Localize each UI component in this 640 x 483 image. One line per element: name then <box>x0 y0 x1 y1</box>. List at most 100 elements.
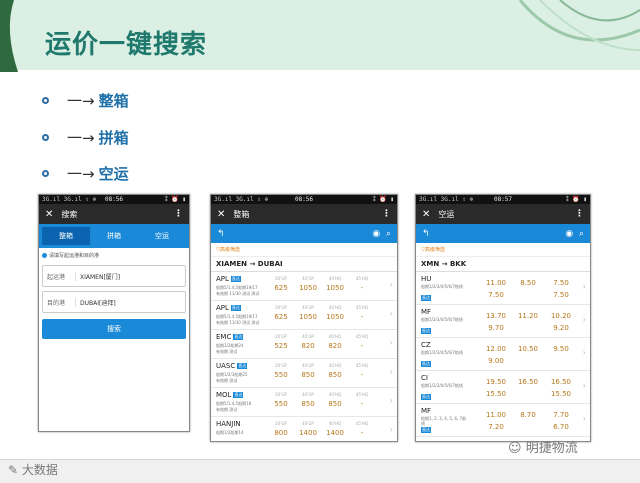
carrier-name: MF <box>421 407 432 415</box>
price-value: 550 <box>274 400 288 408</box>
carrier-name: MF <box>421 308 432 316</box>
watermark-icon: ✎ <box>8 463 19 477</box>
result-row[interactable]: HANJIN 船期1/2船期14 20'GP 800 40'GP 1400 40'HQ 140… <box>211 417 397 441</box>
schedule-text: 船期1/2船期14 <box>216 430 244 435</box>
price-value: 10.20 <box>550 312 572 320</box>
close-icon[interactable]: ✕ <box>422 209 430 220</box>
advanced-filter-link[interactable]: ▽高级筛选 <box>416 243 590 257</box>
price-value: 820 <box>328 342 342 350</box>
price-value: 16.50 <box>550 378 572 386</box>
result-row[interactable]: MF 船期1/2/3/4/5/6/7航线 直达 13.70 11.20 10.20 9.70… <box>416 305 590 338</box>
direct-badge: 直达 <box>237 363 248 369</box>
direct-badge: 直达 <box>421 427 431 433</box>
price-column-label: 45'HQ <box>355 421 369 426</box>
price-value: 7.50 <box>488 291 504 299</box>
swirl-decoration <box>518 0 640 51</box>
price-column-label: 40'HQ <box>328 305 342 310</box>
price-value: 1050 <box>326 313 344 321</box>
eye-icon[interactable]: ◉ <box>565 229 573 239</box>
price-value: 6.70 <box>553 423 569 431</box>
price-value: 550 <box>274 371 288 379</box>
signal-icon: 3G.ıl 3G.ıl ⇪ ⊕ <box>42 196 97 203</box>
carrier-name: APL 直达 <box>216 275 241 283</box>
more-menu-icon[interactable]: ⋮ <box>174 209 183 219</box>
tab-lcl[interactable]: 拼箱 <box>90 227 138 245</box>
field-value: XIAMEN[厦门] <box>80 273 121 281</box>
price-value: - <box>360 342 364 350</box>
price-column-label: 45'HQ <box>355 305 369 310</box>
price-value: 9.50 <box>553 345 569 353</box>
field-label: 起运港 <box>43 271 76 281</box>
search-icon[interactable]: ⌕ <box>579 229 584 239</box>
chevron-right-icon: › <box>389 309 393 318</box>
bullet-item-air: 一→ 空运 <box>42 162 129 184</box>
result-row[interactable]: APL 直达 船期5/1,4,5船期19/17 有效期 11/30 测试 测试 20'G… <box>211 272 397 301</box>
result-row[interactable]: CI 船期1/2/3/4/5/6/7航线 直达 19.50 16.50 16.50 15.5… <box>416 371 590 404</box>
schedule-text: 船期1/2/3船期25 <box>216 372 248 377</box>
arrow-icon: 一→ <box>67 128 95 147</box>
origin-port-field[interactable]: 起运港 XIAMEN[厦门] <box>42 265 186 287</box>
arrow-icon: 一→ <box>67 164 95 183</box>
price-value: 850 <box>301 400 315 408</box>
carrier-name: CA <box>421 440 431 441</box>
app-bar: ✕ 整箱 ⋮ <box>211 204 397 224</box>
chevron-right-icon: › <box>389 280 393 289</box>
chevron-right-icon: › <box>389 367 393 376</box>
result-row[interactable]: APL 直达 船期5/1,4,5船期19/17 有效期 11/30 测试 测试 20'G… <box>211 301 397 330</box>
direct-badge: 直达 <box>421 394 431 400</box>
schedule-text: 船期1, 2, 3, 4, 5, 6, 7航线 <box>421 416 467 426</box>
bullet-label: 拼箱 <box>98 128 129 147</box>
chevron-right-icon: › <box>582 315 586 324</box>
tab-fcl[interactable]: 整箱 <box>42 227 90 245</box>
signal-icon: 3G.ıl 3G.ıl ⇪ ⊕ <box>419 196 474 203</box>
bullet-item-fcl: 一→ 整箱 <box>42 89 129 111</box>
close-icon[interactable]: ✕ <box>45 209 53 220</box>
screen-title: 搜索 <box>61 209 78 219</box>
destination-port-field[interactable]: 目的港 DUBAI[迪拜] <box>42 291 186 313</box>
close-icon[interactable]: ✕ <box>217 209 225 220</box>
price-value: - <box>360 284 364 292</box>
price-value: 7.20 <box>488 423 504 431</box>
direct-badge: 直达 <box>421 295 431 301</box>
search-button[interactable]: 搜索 <box>42 319 186 339</box>
battery-icon: ⁑ ⏰ ▮ <box>164 196 186 203</box>
battery-icon: ⁑ ⏰ ▮ <box>372 196 394 203</box>
schedule-text: 船期1/2船期24 <box>216 343 244 348</box>
price-value: 16.50 <box>517 378 539 386</box>
price-value: 11.00 <box>485 279 507 287</box>
chevron-right-icon: › <box>389 425 393 434</box>
price-column-label: 20'GP <box>275 276 287 281</box>
carrier-code: EMC <box>216 333 232 341</box>
carrier-name: CZ <box>421 341 431 349</box>
status-time: 08:56 <box>104 196 124 203</box>
tab-air[interactable]: 空运 <box>138 227 186 245</box>
chevron-right-icon: › <box>582 414 586 423</box>
price-value: 9.00 <box>488 357 504 365</box>
status-bar: 3G.ıl 3G.ıl ⇪ ⊕ 08:56 ⁑ ⏰ ▮ <box>211 195 397 204</box>
result-row[interactable]: UASC 直达 船期1/2/3船期25 有效期 测试 20'GP 550 40'GP 850 4… <box>211 359 397 388</box>
back-arrow-icon[interactable]: ↰ <box>217 229 225 239</box>
field-label: 目的港 <box>43 297 76 307</box>
carrier-name: MOL 直达 <box>216 391 244 399</box>
eye-icon[interactable]: ◉ <box>372 229 380 239</box>
search-icon[interactable]: ⌕ <box>386 229 391 239</box>
result-row[interactable]: EMC 直达 船期1/2船期24 有效期 测试 20'GP 525 40'GP 820 40'H… <box>211 330 397 359</box>
price-value: 11.20 <box>517 312 539 320</box>
validity-text: 有效期 测试 <box>216 378 238 383</box>
more-menu-icon[interactable]: ⋮ <box>382 209 391 219</box>
result-row[interactable]: MF 船期1, 2, 3, 4, 5, 6, 7航线 直达 11.00 8.70 7.70… <box>416 404 590 437</box>
advanced-filter-link[interactable]: ▽高级筛选 <box>211 243 397 257</box>
more-menu-icon[interactable]: ⋮ <box>575 209 584 219</box>
result-row[interactable]: CZ 船期1/2/3/4/5/6/7航线 直达 12.00 10.50 9.50 9.00 › <box>416 338 590 371</box>
price-column-label: 40'HQ <box>328 392 342 397</box>
app-bar: ✕ 搜索 ⋮ <box>39 204 189 224</box>
back-arrow-icon[interactable]: ↰ <box>422 229 430 239</box>
carrier-name: EMC 直达 <box>216 333 244 341</box>
result-row[interactable]: HU 船期1/2/3/4/5/6/7航线 直达 11.00 8.50 7.50 7.50 7.… <box>416 272 590 305</box>
route-heading: XIAMEN → DUBAI <box>211 257 397 272</box>
price-column-label: 20'GP <box>275 363 287 368</box>
price-value: 11.00 <box>485 411 507 419</box>
chevron-right-icon: › <box>389 338 393 347</box>
result-row[interactable]: MOL 直达 船期5/1,4,5船期18 有效期 测试 20'GP 550 40'GP 850… <box>211 388 397 417</box>
price-column-label: 40'HQ <box>328 363 342 368</box>
